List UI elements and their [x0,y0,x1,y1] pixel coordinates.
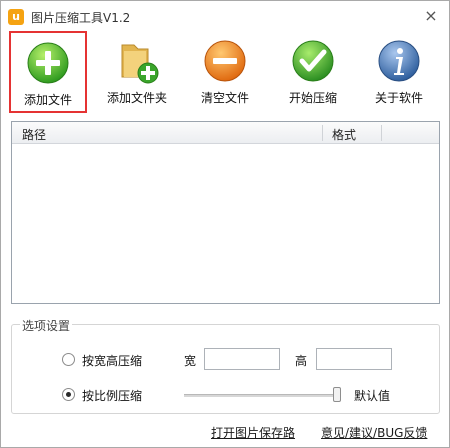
column-divider[interactable] [381,125,382,141]
add-folder-button[interactable]: 添加文件夹 [98,31,176,113]
about-label: 关于软件 [374,91,423,105]
ratio-value-label: 默认值 [354,389,391,403]
open-save-path-link[interactable]: 打开图片保存路 [211,424,295,441]
height-label: 高 [295,354,308,368]
app-logo-icon: u [8,9,24,25]
by-ratio-label[interactable]: 按比例压缩 [82,387,142,404]
options-legend: 选项设置 [20,317,73,334]
options-group: 选项设置 按宽高压缩 宽 高 按比例压缩 默认值 [11,317,440,414]
file-list-header: 路径 格式 [12,122,439,144]
file-list-body[interactable] [12,145,439,303]
add-folder-label: 添加文件夹 [106,91,167,105]
check-circle-icon [292,40,334,82]
folder-add-icon [121,44,159,84]
title-bar: u 图片压缩工具V1.2 × [1,1,449,33]
clear-files-label: 清空文件 [200,91,249,105]
file-list[interactable]: 路径 格式 [11,121,440,304]
close-button[interactable]: × [419,5,443,27]
column-format[interactable]: 格式 [332,126,356,143]
ratio-slider-thumb[interactable] [333,387,341,402]
ratio-slider-track[interactable] [184,394,338,397]
toolbar: 添加文件 添加文件夹 清空文件 开始压缩 关于软件 [1,31,449,115]
minus-circle-icon [204,40,246,82]
by-size-label[interactable]: 按宽高压缩 [82,352,142,369]
start-compress-label: 开始压缩 [288,91,337,105]
app-window: u 图片压缩工具V1.2 × 添加文件 添加文件夹 清空文件 开始压缩 关于软件… [0,0,450,448]
radio-by-size[interactable] [62,353,75,366]
add-file-icon [27,42,69,84]
info-icon [378,40,420,82]
start-compress-button[interactable]: 开始压缩 [274,31,352,113]
add-file-button[interactable]: 添加文件 [9,31,87,113]
window-title: 图片压缩工具V1.2 [31,11,131,25]
radio-by-ratio[interactable] [62,388,75,401]
width-label: 宽 [184,354,197,368]
feedback-link[interactable]: 意见/建议/BUG反馈 [321,424,427,441]
height-input[interactable] [316,348,392,370]
clear-files-button[interactable]: 清空文件 [186,31,264,113]
width-input[interactable] [204,348,280,370]
column-divider[interactable] [322,125,323,141]
column-path[interactable]: 路径 [22,126,46,143]
add-file-label: 添加文件 [23,93,72,107]
about-button[interactable]: 关于软件 [360,31,438,113]
